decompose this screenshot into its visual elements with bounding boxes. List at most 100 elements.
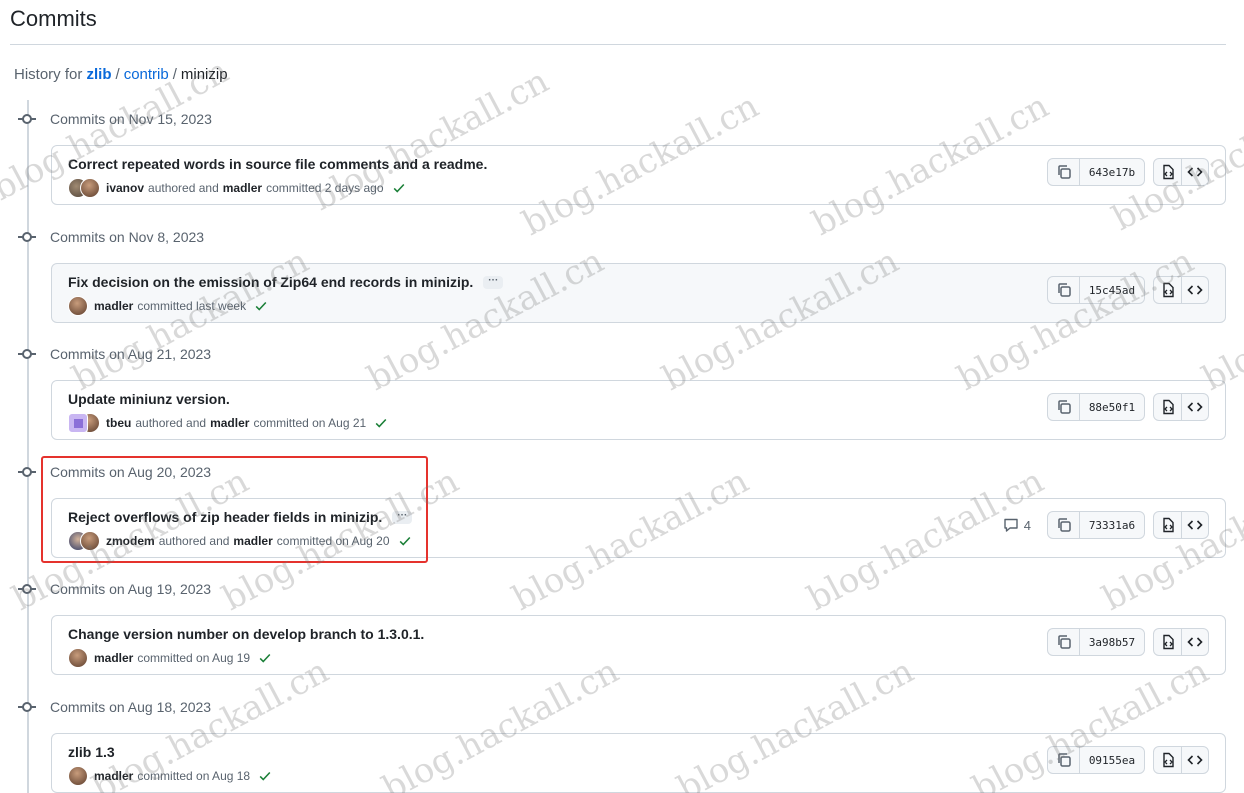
copy-icon[interactable] — [1048, 277, 1080, 303]
avatar-madler[interactable] — [68, 648, 88, 668]
author-link[interactable]: madler — [94, 769, 133, 783]
git-commit-icon — [18, 112, 36, 126]
commit-actions: 15c45ad — [1047, 276, 1209, 304]
browse-button-group — [1153, 628, 1209, 656]
commit-message-link[interactable]: Update miniunz version. — [68, 391, 230, 407]
code-icon[interactable] — [1181, 277, 1208, 303]
commit-message-row: Change version number on develop branch … — [68, 626, 424, 642]
committer-link[interactable]: madler — [223, 181, 262, 195]
commit-sha-link[interactable]: 09155ea — [1080, 747, 1144, 773]
check-icon[interactable] — [374, 416, 388, 430]
commit-group-header: Commits on Aug 19, 2023 — [18, 578, 211, 600]
file-code-icon[interactable] — [1154, 159, 1181, 185]
commit-message-link[interactable]: Reject overflows of zip header fields in… — [68, 509, 382, 525]
commit-group-date: Commits on Aug 19, 2023 — [50, 581, 212, 597]
breadcrumb-link-contrib[interactable]: contrib — [124, 66, 169, 83]
check-icon[interactable] — [398, 534, 412, 548]
file-code-icon[interactable] — [1154, 277, 1181, 303]
browse-button-group — [1153, 746, 1209, 774]
sha-button-group: 643e17b — [1047, 158, 1145, 186]
code-icon[interactable] — [1181, 512, 1208, 538]
commit-row: zlib 1.3 madler committed on Aug 18 09155ea — [51, 733, 1226, 793]
check-icon[interactable] — [258, 651, 272, 665]
code-icon[interactable] — [1181, 159, 1208, 185]
commit-meta: zmodem authored and madler committed on Aug… — [68, 531, 412, 551]
sha-button-group: 73331a6 — [1047, 511, 1145, 539]
committed-text: committed on Aug 21 — [253, 416, 367, 430]
commit-message-link[interactable]: Fix decision on the emission of Zip64 en… — [68, 274, 473, 290]
browse-button-group — [1153, 393, 1209, 421]
file-code-icon[interactable] — [1154, 747, 1181, 773]
committed-text: committed on Aug 19 — [137, 651, 251, 665]
expand-description-button[interactable]: ··· — [483, 275, 504, 289]
expand-description-button[interactable]: ··· — [392, 510, 413, 524]
commit-sha-link[interactable]: 73331a6 — [1080, 512, 1144, 538]
check-icon[interactable] — [392, 181, 406, 195]
sha-button-group: 3a98b57 — [1047, 628, 1145, 656]
copy-icon[interactable] — [1048, 629, 1080, 655]
commit-message-row: Fix decision on the emission of Zip64 en… — [68, 274, 504, 290]
author-link[interactable]: madler — [94, 651, 133, 665]
authored-text: authored and — [148, 181, 219, 195]
history-breadcrumb: History for zlib / contrib / minizip — [14, 66, 228, 83]
commit-meta: madler committed on Aug 18 — [68, 766, 272, 786]
committer-link[interactable]: madler — [210, 416, 249, 430]
avatar-tbeu[interactable] — [68, 413, 88, 433]
commit-row: Correct repeated words in source file co… — [51, 145, 1226, 205]
commit-sha-link[interactable]: 15c45ad — [1080, 277, 1144, 303]
author-link[interactable]: ivanov — [106, 181, 144, 195]
avatar-madler[interactable] — [68, 296, 88, 316]
commit-actions: 4 73331a6 — [1003, 511, 1209, 539]
commit-message-link[interactable]: Correct repeated words in source file co… — [68, 156, 487, 172]
check-icon[interactable] — [254, 299, 268, 313]
author-link[interactable]: madler — [94, 299, 133, 313]
commit-meta: ivanov authored and madler committed 2 days… — [68, 178, 406, 198]
file-code-icon[interactable] — [1154, 629, 1181, 655]
commit-actions: 88e50f1 — [1047, 393, 1209, 421]
commit-sha-link[interactable]: 88e50f1 — [1080, 394, 1144, 420]
file-code-icon[interactable] — [1154, 394, 1181, 420]
commit-actions: 643e17b — [1047, 158, 1209, 186]
committer-link[interactable]: madler — [233, 534, 272, 548]
authored-text: authored and — [135, 416, 207, 430]
timeline-line — [27, 100, 29, 793]
copy-icon[interactable] — [1048, 512, 1080, 538]
commit-message-link[interactable]: zlib 1.3 — [68, 744, 115, 760]
avatar-madler[interactable] — [80, 531, 100, 551]
commit-sha-link[interactable]: 3a98b57 — [1080, 629, 1144, 655]
git-commit-icon — [18, 582, 36, 596]
code-icon[interactable] — [1181, 629, 1208, 655]
commit-group-date: Commits on Aug 20, 2023 — [50, 464, 212, 480]
breadcrumb-link-zlib[interactable]: zlib — [87, 66, 112, 83]
avatar-stack — [68, 648, 88, 668]
commit-sha-link[interactable]: 643e17b — [1080, 159, 1144, 185]
commit-group-header: Commits on Aug 18, 2023 — [18, 696, 211, 718]
author-link[interactable]: zmodem — [106, 534, 155, 548]
avatar-madler[interactable] — [68, 766, 88, 786]
code-icon[interactable] — [1181, 747, 1208, 773]
commit-group-date: Commits on Aug 18, 2023 — [50, 699, 212, 715]
code-icon[interactable] — [1181, 394, 1208, 420]
commit-group-header: Commits on Aug 21, 2023 — [18, 343, 211, 365]
avatar-stack — [68, 531, 100, 551]
copy-icon[interactable] — [1048, 159, 1080, 185]
commit-actions: 09155ea — [1047, 746, 1209, 774]
commit-message-link[interactable]: Change version number on develop branch … — [68, 626, 424, 642]
file-code-icon[interactable] — [1154, 512, 1181, 538]
avatar-stack — [68, 413, 100, 433]
check-icon[interactable] — [258, 769, 272, 783]
comment-count: 4 — [1023, 517, 1031, 533]
comments-link[interactable]: 4 — [1003, 517, 1031, 533]
browse-button-group — [1153, 511, 1209, 539]
copy-icon[interactable] — [1048, 747, 1080, 773]
commit-group-header: Commits on Aug 20, 2023 — [18, 461, 211, 483]
copy-icon[interactable] — [1048, 394, 1080, 420]
avatar-madler[interactable] — [80, 178, 100, 198]
history-prefix: History for — [14, 66, 83, 83]
git-commit-icon — [18, 347, 36, 361]
commit-group-date: Commits on Nov 8, 2023 — [50, 229, 205, 245]
committed-text: committed on Aug 18 — [137, 769, 251, 783]
author-link[interactable]: tbeu — [106, 416, 131, 430]
commit-meta: madler committed on Aug 19 — [68, 648, 272, 668]
committed-text: committed on Aug 20 — [276, 534, 390, 548]
